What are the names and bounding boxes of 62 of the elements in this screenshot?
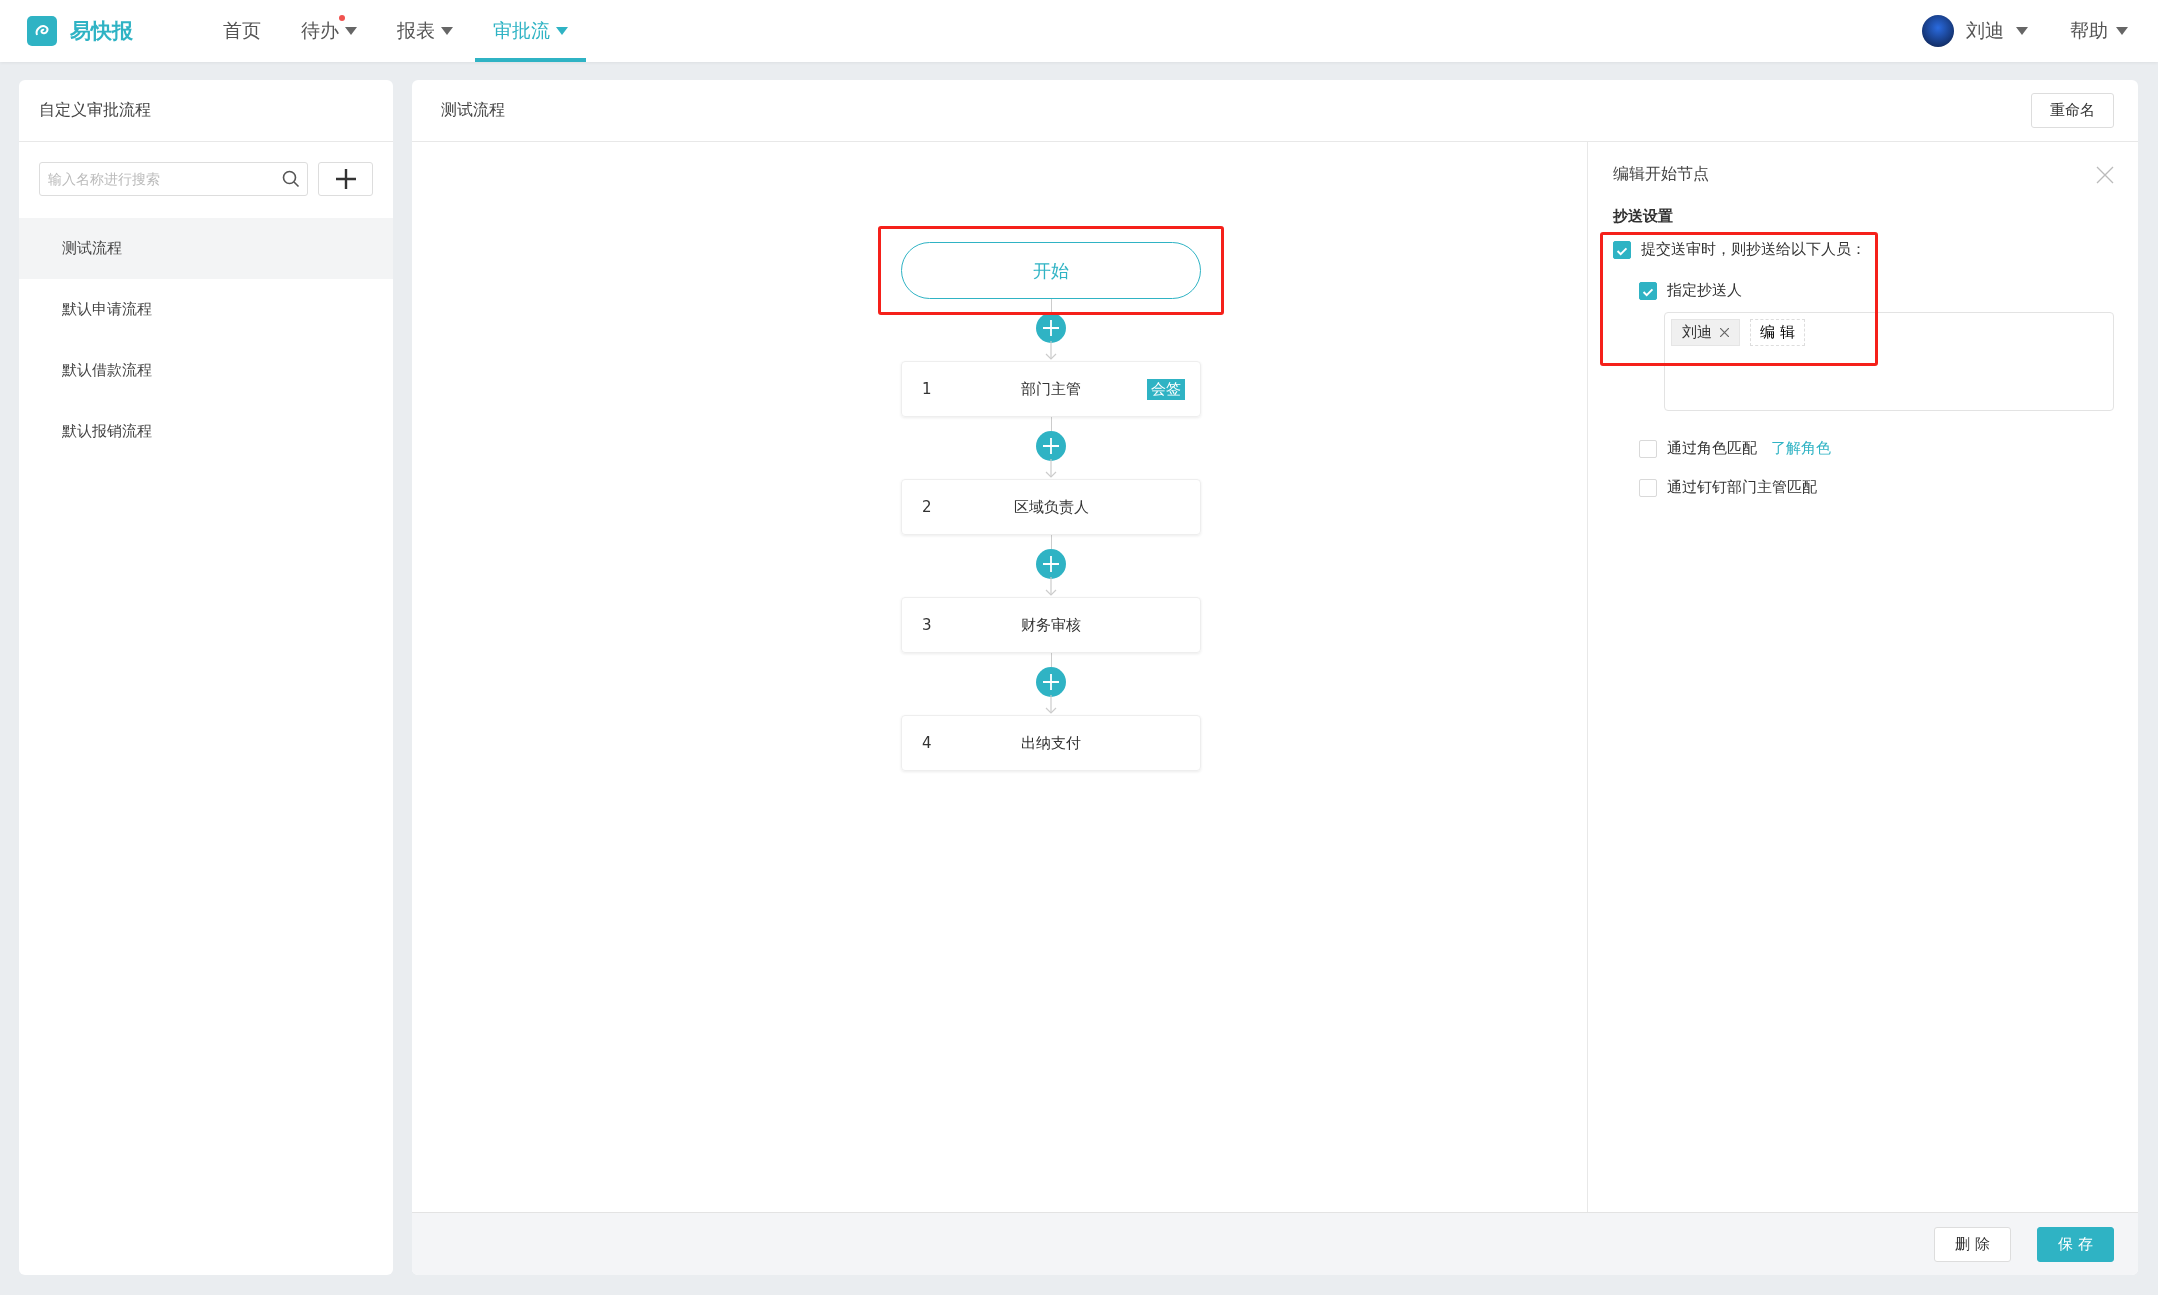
edit-button[interactable]: 编 辑 [1750, 319, 1805, 346]
user-menu[interactable]: 刘迪 [1922, 15, 2028, 47]
connector-arrow [1045, 459, 1057, 479]
node-label: 区域负责人 [1013, 497, 1089, 517]
flow-node[interactable]: 4 出纳支付 [901, 715, 1201, 771]
add-node-button[interactable] [1036, 549, 1066, 579]
flow-title: 测试流程 [441, 100, 506, 121]
panel-title: 编辑开始节点 [1613, 164, 1709, 185]
checkbox-label: 指定抄送人 [1667, 281, 1742, 300]
search-field[interactable]: 输入名称进行搜索 [39, 162, 308, 196]
node-number: 1 [922, 380, 932, 398]
add-node-button[interactable] [1036, 667, 1066, 697]
add-button[interactable] [318, 162, 373, 196]
caret-icon [441, 27, 453, 35]
caret-icon [556, 27, 568, 35]
node-label: 财务审核 [1021, 615, 1081, 635]
caret-icon [2116, 27, 2128, 35]
plus-icon [335, 169, 356, 189]
notification-dot [339, 15, 345, 21]
delete-button[interactable]: 删 除 [1934, 1226, 2012, 1262]
checkbox-label: 通过角色匹配 [1667, 439, 1757, 458]
nav-tab[interactable]: 报表 [379, 0, 471, 62]
checkbox[interactable] [1613, 240, 1631, 259]
sidebar-title: 自定义审批流程 [19, 80, 393, 142]
logo-icon [27, 16, 57, 46]
add-node-button[interactable] [1036, 313, 1066, 343]
caret-icon [2016, 27, 2028, 35]
nav-tab[interactable]: 首页 [205, 0, 279, 62]
flow-node[interactable]: 2 区域负责人 [901, 479, 1201, 535]
flow-node[interactable]: 3 财务审核 [901, 597, 1201, 653]
close-icon[interactable] [2096, 165, 2114, 184]
connector-arrow [1045, 695, 1057, 715]
node-label: 出纳支付 [1021, 733, 1081, 753]
node-number: 3 [922, 616, 932, 634]
connector-arrow [1045, 341, 1057, 361]
node-number: 4 [922, 734, 932, 752]
checkbox[interactable] [1639, 281, 1657, 300]
add-node-button[interactable] [1036, 431, 1066, 461]
help-menu[interactable]: 帮助 [2070, 18, 2128, 44]
remove-icon[interactable] [1720, 328, 1729, 337]
recipient-tag: 刘迪 [1671, 319, 1740, 346]
app-name: 易快报 [70, 18, 133, 45]
nav-tab[interactable]: 待办 [283, 0, 375, 62]
node-tag: 会签 [1147, 378, 1185, 400]
search-icon [282, 170, 300, 188]
section-title: 抄送设置 [1613, 207, 1674, 226]
flow-list-item[interactable]: 默认申请流程 [19, 279, 393, 340]
node-number: 2 [922, 498, 932, 516]
checkbox-label: 通过钉钉部门主管匹配 [1667, 478, 1817, 497]
avatar-icon [1922, 15, 1954, 47]
node-label: 部门主管 [1021, 379, 1081, 399]
checkbox-label: 提交送审时，则抄送给以下人员： [1641, 240, 1866, 259]
checkbox[interactable] [1639, 478, 1657, 497]
rename-button[interactable]: 重命名 [2031, 93, 2114, 128]
caret-icon [345, 27, 357, 35]
recipient-field[interactable]: 刘迪 编 辑 [1664, 312, 2114, 411]
connector-arrow [1045, 577, 1057, 597]
flow-list-item[interactable]: 默认借款流程 [19, 340, 393, 401]
flow-node[interactable]: 1 部门主管 会签 [901, 361, 1201, 417]
flow-list-item[interactable]: 默认报销流程 [19, 401, 393, 462]
checkbox[interactable] [1639, 439, 1657, 458]
flow-list-item[interactable]: 测试流程 [19, 218, 393, 279]
